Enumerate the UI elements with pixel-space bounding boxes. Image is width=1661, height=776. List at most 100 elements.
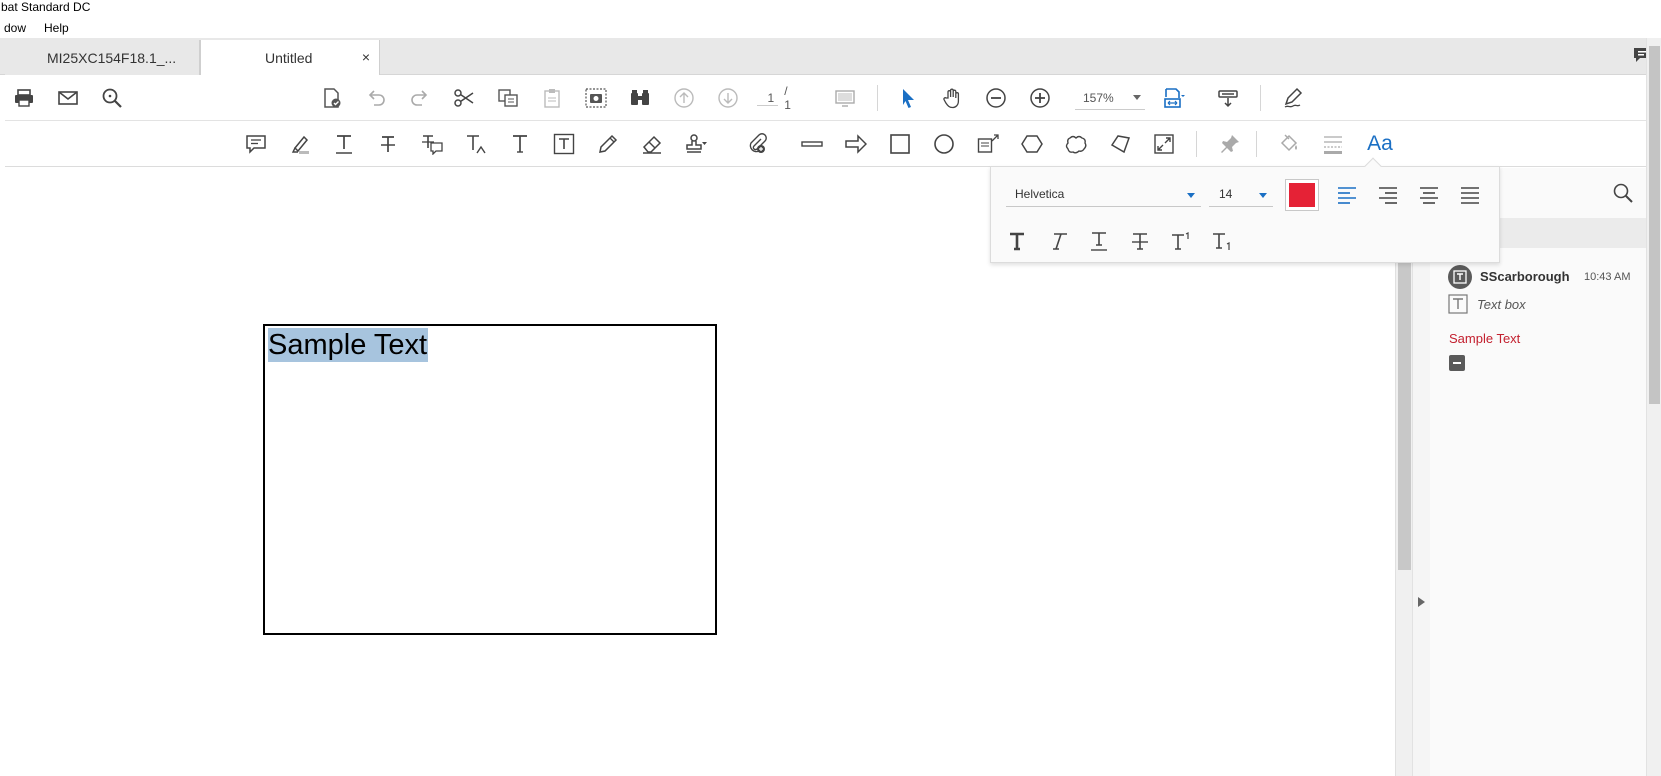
collapse-pane-icon[interactable] (1418, 597, 1425, 607)
strikethrough-text-icon[interactable] (1126, 227, 1154, 255)
select-icon[interactable] (894, 84, 922, 112)
line-style-icon[interactable] (1319, 130, 1347, 158)
superscript-icon[interactable] (1167, 227, 1195, 255)
arrow-icon[interactable] (842, 130, 870, 158)
align-justify-icon[interactable] (1456, 181, 1484, 209)
snapshot-icon[interactable] (582, 84, 610, 112)
current-page-input[interactable]: 1 (757, 91, 779, 106)
font-size-value: 14 (1219, 187, 1233, 201)
text-properties-icon[interactable]: Aa (1363, 130, 1397, 158)
bold-icon[interactable] (1003, 227, 1031, 255)
text-properties-popover: Helvetica 14 (990, 157, 1500, 263)
text-box-icon[interactable] (550, 130, 578, 158)
page-total: / 1 (784, 84, 791, 112)
toolbar-separator (877, 85, 878, 111)
comment-toolbar: Aa (5, 121, 1661, 167)
text-box-icon (1448, 294, 1468, 317)
subscript-icon[interactable] (1208, 227, 1236, 255)
scrollbar-thumb[interactable] (1649, 46, 1660, 404)
menu-bar: dow Help (0, 17, 1661, 38)
sticky-note-icon[interactable] (242, 130, 270, 158)
sign-icon[interactable] (1280, 84, 1308, 112)
tab-label: Untitled (265, 49, 313, 66)
underline-icon[interactable] (1085, 227, 1113, 255)
search-icon[interactable] (1612, 182, 1634, 207)
scrollbar-thumb[interactable] (1398, 260, 1411, 570)
chevron-down-icon (1133, 95, 1141, 100)
document-tab-bar: MI25XC154F18.1_... Untitled × (0, 38, 1661, 75)
rectangle-icon[interactable] (886, 130, 914, 158)
align-left-icon[interactable] (1333, 181, 1361, 209)
close-tab-icon[interactable]: × (362, 49, 370, 65)
line-icon[interactable] (798, 130, 826, 158)
page-navigation: 1 / 1 (757, 84, 797, 112)
text-box-selected-text[interactable]: Sample Text (268, 328, 429, 362)
text-box-avatar-icon (1448, 265, 1472, 289)
email-icon[interactable] (54, 84, 82, 112)
zoom-value: 157% (1083, 90, 1114, 105)
menu-window[interactable]: dow (4, 21, 26, 35)
next-page-icon[interactable] (714, 84, 742, 112)
highlight-icon[interactable] (286, 130, 314, 158)
attach-file-icon[interactable] (744, 130, 772, 158)
menu-help[interactable]: Help (44, 21, 69, 35)
paste-icon[interactable] (538, 84, 566, 112)
align-right-icon[interactable] (1374, 181, 1402, 209)
undo-icon[interactable] (362, 84, 390, 112)
underline-text-icon[interactable] (330, 130, 358, 158)
expand-icon[interactable] (1150, 130, 1178, 158)
oval-icon[interactable] (930, 130, 958, 158)
find-icon[interactable] (626, 84, 654, 112)
main-toolbar: 1 / 1 157% (5, 75, 1661, 121)
print-icon[interactable] (10, 84, 38, 112)
chevron-down-icon (1187, 193, 1195, 198)
cut-icon[interactable] (450, 84, 478, 112)
callout-icon[interactable] (974, 130, 1002, 158)
hand-icon[interactable] (938, 84, 966, 112)
text-box-annotation[interactable]: Sample Text (263, 324, 717, 635)
window-scrollbar[interactable] (1646, 38, 1661, 776)
text-color-button[interactable] (1285, 179, 1319, 211)
zoom-out-icon[interactable] (982, 84, 1010, 112)
toolbar-separator (1256, 131, 1257, 157)
pin-icon[interactable] (1216, 130, 1244, 158)
create-pdf-icon[interactable] (318, 84, 346, 112)
chevron-down-icon (1259, 193, 1267, 198)
previous-page-icon[interactable] (670, 84, 698, 112)
collapse-comment-icon[interactable] (1449, 355, 1465, 371)
font-family-value: Helvetica (1015, 187, 1065, 201)
fit-page-icon[interactable] (1160, 84, 1188, 112)
insert-text-icon[interactable] (462, 130, 490, 158)
comment-time: 10:43 AM (1584, 271, 1631, 283)
cloud-icon[interactable] (1062, 130, 1090, 158)
polygon-icon[interactable] (1018, 130, 1046, 158)
tab-untitled[interactable]: Untitled × (200, 40, 380, 75)
polygon-line-icon[interactable] (1106, 130, 1134, 158)
redo-icon[interactable] (406, 84, 434, 112)
tab-label: MI25XC154F18.1_... (47, 49, 177, 66)
window-title: bat Standard DC (0, 0, 1661, 17)
eraser-icon[interactable] (638, 130, 666, 158)
search-zoom-icon[interactable] (98, 84, 126, 112)
strikethrough-icon[interactable] (374, 130, 402, 158)
comment-author: SScarborough (1480, 269, 1570, 284)
font-size-select[interactable]: 14 (1209, 181, 1273, 207)
stamp-icon[interactable] (682, 130, 710, 158)
tab-document-1[interactable]: MI25XC154F18.1_... (5, 40, 200, 75)
copy-icon[interactable] (494, 84, 522, 112)
add-text-icon[interactable] (506, 130, 534, 158)
pencil-icon[interactable] (594, 130, 622, 158)
align-center-icon[interactable] (1415, 181, 1443, 209)
text-color-swatch (1289, 183, 1315, 207)
zoom-in-icon[interactable] (1026, 84, 1054, 112)
font-family-select[interactable]: Helvetica (1006, 181, 1201, 207)
comment-content: Sample Text (1449, 331, 1521, 346)
comment-type-label: Text box (1477, 297, 1526, 312)
comment-type: Text box (1448, 294, 1648, 316)
zoom-select[interactable]: 157% (1075, 86, 1145, 110)
fill-color-icon[interactable] (1275, 130, 1303, 158)
scroll-mode-icon[interactable] (1214, 84, 1242, 112)
italic-icon[interactable] (1044, 227, 1072, 255)
read-mode-icon[interactable] (831, 84, 859, 112)
replace-text-icon[interactable] (418, 130, 446, 158)
